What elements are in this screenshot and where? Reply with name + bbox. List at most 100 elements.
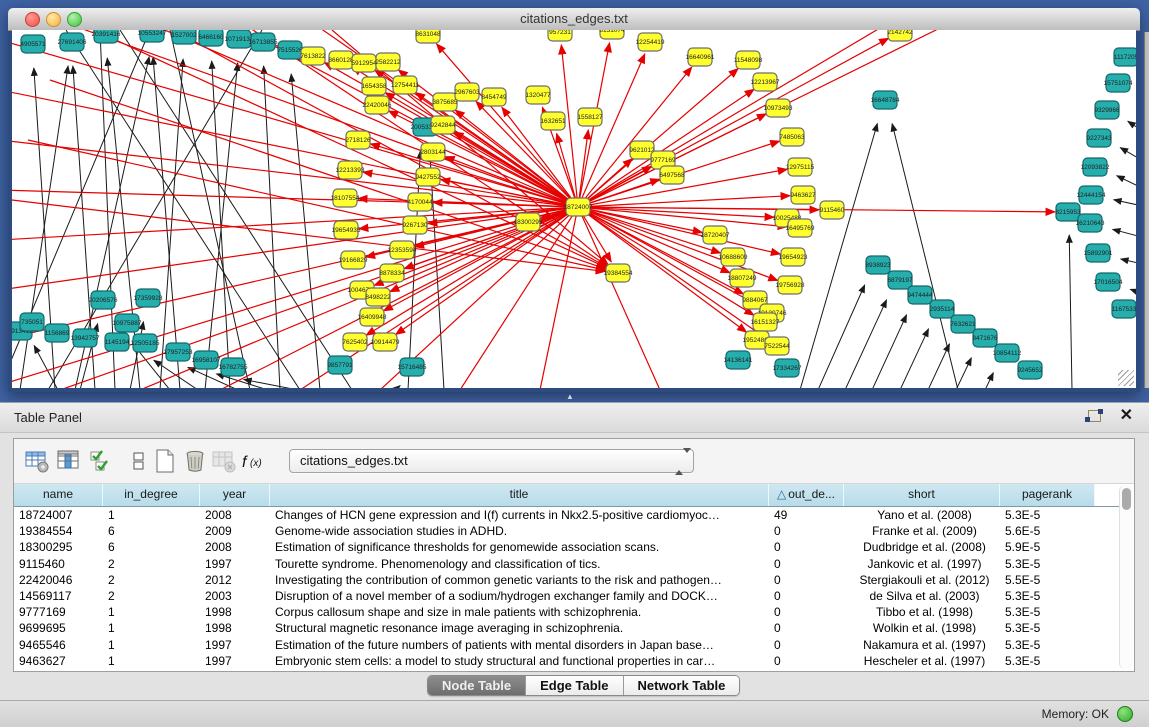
graph-node[interactable]: 19756928 [776,276,805,294]
table-row[interactable]: 2242004622012Investigating the contribut… [14,572,1119,588]
minimize-window-icon[interactable] [46,12,61,27]
graph-node[interactable]: 9115460 [820,201,845,219]
graph-node[interactable]: 20206576 [89,291,118,309]
graph-node[interactable]: 8215953 [1055,203,1081,221]
graph-node[interactable]: 17957253 [164,343,193,361]
graph-node[interactable]: 27691406 [58,33,87,51]
graph-node[interactable]: 7625402 [342,333,368,351]
graph-node[interactable]: 10973493 [764,99,793,117]
tab-node-table[interactable]: Node Table [428,676,526,695]
table-row[interactable]: 1456911722003Disruption of a novel membe… [14,588,1119,604]
graph-node[interactable]: 10975887 [113,314,142,332]
citation-network-graph[interactable]: 4905571276914062039141610553247152700264… [12,30,1136,388]
graph-node[interactable]: 15892901 [1084,244,1113,262]
float-panel-icon[interactable] [1085,409,1103,425]
graph-node[interactable]: 1117205 [1114,48,1136,66]
graph-node[interactable]: 8660128 [328,51,354,69]
column-header-name[interactable]: name [14,484,103,506]
table-row[interactable]: 911546021997Tourette syndrome. Phenomeno… [14,556,1119,572]
graph-node[interactable]: 12213393 [336,161,365,179]
graph-node[interactable]: 9427552 [415,168,441,186]
select-columns-icon[interactable] [56,448,82,474]
network-window-titlebar[interactable]: citations_edges.txt [8,8,1140,31]
graph-node[interactable]: 14136141 [724,351,753,369]
graph-node[interactable]: 7613822 [300,47,326,65]
graph-node[interactable]: 12754411 [391,76,420,94]
graph-node[interactable]: 735051 [20,313,44,331]
graph-node[interactable]: 16151327 [751,313,780,331]
graph-node[interactable]: 18724007 [564,198,593,216]
graph-node[interactable]: 7522544 [764,337,790,355]
graph-node[interactable]: 10914479 [371,333,400,351]
graph-node[interactable]: 2935114 [930,300,955,318]
graph-node[interactable]: 1654358 [361,77,387,95]
table-row[interactable]: 946554611997Estimation of the future num… [14,637,1119,653]
graph-node[interactable]: 9245652 [1017,361,1043,379]
graph-node[interactable]: 4170044 [407,193,433,211]
column-header-short[interactable]: short [844,484,1000,506]
graph-node[interactable]: 4905571 [20,35,46,53]
table-vertical-scrollbar[interactable] [1119,485,1133,669]
graph-node[interactable]: 17016504 [1094,273,1123,291]
network-window[interactable]: citations_edges.txt 49055712769140620391… [8,8,1140,392]
graph-node[interactable]: 16210643 [1076,214,1105,232]
graph-node[interactable]: 12505185 [131,334,160,352]
graph-node[interactable]: 2718126 [345,131,371,149]
graph-node[interactable]: 6879197 [887,271,913,289]
canvas-resize-grip[interactable] [1118,370,1134,386]
graph-node[interactable]: 957231 [548,30,572,41]
column-header-title[interactable]: title [270,484,769,506]
graph-node[interactable]: 15751074 [1104,74,1133,92]
graph-node[interactable]: 1156869 [45,324,70,342]
graph-node[interactable]: 8938923 [865,256,891,274]
graph-node[interactable]: 1320477 [525,86,551,104]
graph-node[interactable]: 12353594 [388,241,417,259]
graph-node[interactable]: 18720407 [701,226,730,244]
graph-node[interactable]: 12213967 [751,73,780,91]
panel-collapse-handle[interactable]: ▲ [563,393,577,401]
table-row[interactable]: 977716911998Corpus callosum shape and si… [14,604,1119,620]
graph-node[interactable]: 8471676 [972,329,998,347]
new-table-icon[interactable] [152,448,178,474]
graph-node[interactable]: 12444154 [1077,186,1106,204]
graph-node[interactable]: 2803144 [420,143,446,161]
graph-node[interactable]: 13942757 [71,329,100,347]
graph-node[interactable]: 19654935 [332,221,361,239]
graph-node[interactable]: 2582212 [375,53,401,71]
graph-node[interactable]: 17334267 [773,359,802,377]
graph-node[interactable]: 9242844 [430,116,456,134]
graph-node[interactable]: 19654923 [779,248,808,266]
table-row[interactable]: 969969511998Structural magnetic resonanc… [14,620,1119,636]
graph-node[interactable]: 7632621 [950,315,976,333]
graph-node[interactable]: 16648784 [871,91,900,109]
graph-node[interactable]: 17359928 [134,289,163,307]
graph-node[interactable]: 19384554 [604,264,633,282]
graph-node[interactable]: 2142742 [887,30,913,41]
graph-node[interactable]: 1527002 [171,30,197,44]
row-height-icon[interactable] [126,448,152,474]
network-canvas[interactable]: 4905571276914062039141610553247152700264… [12,30,1136,388]
graph-node[interactable]: 10688609 [719,248,748,266]
close-window-icon[interactable] [25,12,40,27]
graph-node[interactable]: 16495769 [786,219,815,237]
graph-node[interactable]: 8498222 [365,288,391,306]
graph-node[interactable]: 22420046 [363,96,392,114]
graph-node[interactable]: 9329966 [1094,101,1120,119]
table-row[interactable]: 946362711997Embryonic stem cells: a mode… [14,653,1119,669]
graph-node[interactable]: 8631048 [415,30,441,43]
graph-node[interactable]: 2967603 [454,83,480,101]
tab-edge-table[interactable]: Edge Table [526,676,623,695]
graph-node[interactable]: 9857791 [327,356,353,374]
table-row[interactable]: 1872400712008Changes of HCN gene express… [14,507,1119,523]
table-row[interactable]: 1938455462009Genome-wide association stu… [14,523,1119,539]
close-panel-icon[interactable]: ✕ [1120,407,1133,425]
table-select-dropdown[interactable]: citations_edges.txt [289,449,694,473]
graph-node[interactable]: 18807249 [728,269,757,287]
graph-node[interactable]: 16958107 [192,351,221,369]
column-header-year[interactable]: year [200,484,270,506]
graph-node[interactable]: 12254419 [636,33,665,51]
graph-node[interactable]: 5912954 [351,54,377,72]
table-row[interactable]: 1830029562008Estimation of significance … [14,539,1119,555]
graph-node[interactable]: 12975115 [786,158,815,176]
graph-node[interactable]: 18300295 [514,213,543,231]
